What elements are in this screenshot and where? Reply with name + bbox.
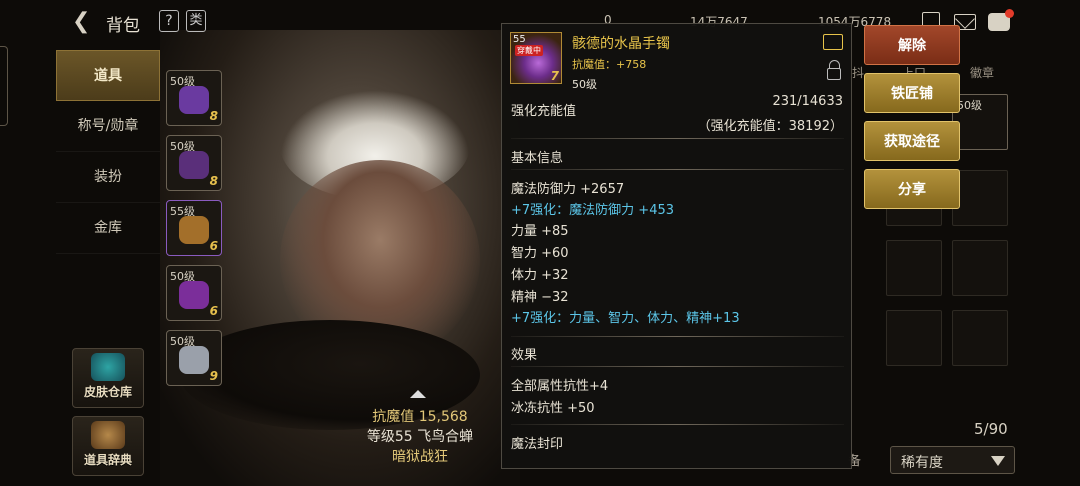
character-job: 暗狱战狂	[392, 449, 448, 465]
enhance-value: 231/14633	[772, 94, 843, 109]
equip-slot[interactable]: 50级 8	[166, 135, 222, 191]
inventory-cell[interactable]	[952, 170, 1008, 226]
notification-dot	[1005, 9, 1014, 18]
settings-key-icon[interactable]: 类	[186, 10, 206, 32]
divider	[511, 169, 844, 170]
item-dictionary-button[interactable]: 道具辞典	[72, 416, 144, 476]
divider	[511, 424, 844, 425]
stat-line: 力量 +85	[511, 224, 569, 239]
item-magic-resist: 抗魔值：+758	[572, 58, 647, 71]
nav-item-items[interactable]: 道具	[56, 50, 160, 101]
inventory-cell[interactable]: 50级	[952, 94, 1008, 150]
equip-slot[interactable]: 50级 8	[166, 70, 222, 126]
nav-item-titles-medals[interactable]: 称号/勋章	[56, 101, 160, 152]
chevron-down-icon	[991, 456, 1005, 466]
item-level: 50级	[572, 78, 597, 91]
equipment-item-icon	[179, 86, 209, 114]
item-icon: 55 穿戴中 7	[510, 32, 562, 84]
divider	[511, 138, 844, 139]
character-magic-resist: 抗魔值 15,568	[372, 409, 468, 425]
stat-line: +7强化：魔法防御力 +453	[511, 203, 675, 218]
page-title: 背包	[106, 16, 140, 36]
share-button[interactable]: 分享	[864, 169, 960, 209]
character-level-title: 等级55 飞鸟合蝉	[366, 429, 474, 445]
stat-line: 体力 +32	[511, 268, 569, 283]
item-tooltip: 55 穿戴中 7 骸德的水晶手镯 抗魔值：+758 50级 强化充能值 231/…	[501, 23, 852, 469]
basic-info-title: 基本信息	[511, 151, 564, 166]
tab-badge[interactable]: 徽章	[970, 64, 994, 81]
inventory-cell[interactable]	[952, 310, 1008, 366]
equip-slot[interactable]: 50级 9	[166, 330, 222, 386]
item-name: 骸德的水晶手镯	[572, 36, 670, 52]
skin-storage-icon	[91, 353, 125, 381]
equipment-item-icon	[179, 346, 209, 374]
stat-line: 魔法防御力 +2657	[511, 182, 625, 197]
side-drawer-handle[interactable]	[0, 46, 8, 126]
chat-icon[interactable]	[988, 9, 1014, 31]
item-dictionary-icon	[91, 421, 125, 449]
nav-item-avatar[interactable]: 装扮	[56, 152, 160, 203]
inventory-cell[interactable]	[886, 310, 942, 366]
equipment-item-icon	[179, 216, 209, 244]
sort-dropdown[interactable]: 稀有度	[890, 446, 1015, 474]
equip-slot[interactable]: 55级 6	[166, 200, 222, 256]
nav-item-vault[interactable]: 金库	[56, 203, 160, 254]
share-link-icon[interactable]	[823, 34, 843, 50]
equipped-tag: 穿戴中	[515, 45, 543, 56]
back-arrow-icon[interactable]: ❮	[72, 10, 96, 34]
divider	[511, 366, 844, 367]
equip-slot[interactable]: 50级 6	[166, 265, 222, 321]
expand-up-arrow-icon[interactable]	[410, 390, 426, 398]
lock-icon[interactable]	[827, 60, 841, 80]
stat-line: +7强化：力量、智力、体力、精神+13	[511, 311, 740, 326]
effect-line: 冰冻抗性 +50	[511, 401, 595, 416]
enhance-label: 强化充能值	[511, 104, 577, 119]
blacksmith-button[interactable]: 铁匠铺	[864, 73, 960, 113]
unequip-button[interactable]: 解除	[864, 25, 960, 65]
inventory-cell[interactable]	[952, 240, 1008, 296]
magic-seal-title: 魔法封印	[511, 437, 564, 452]
inventory-cell[interactable]	[886, 240, 942, 296]
effect-line: 全部属性抗性+4	[511, 379, 609, 394]
stat-line: 智力 +60	[511, 246, 569, 261]
inventory-count: 5/90	[974, 420, 1008, 438]
tab-weapon[interactable]: 抖	[852, 64, 864, 81]
inventory-nav: 道具 称号/勋章 装扮 金库	[56, 50, 160, 254]
enhance-total: （强化充能值：38192）	[697, 119, 843, 134]
skin-storage-button[interactable]: 皮肤仓库	[72, 348, 144, 408]
acquire-route-button[interactable]: 获取途径	[864, 121, 960, 161]
equipment-item-icon	[179, 151, 209, 179]
equipment-item-icon	[179, 281, 209, 309]
stat-line: 精神 −32	[511, 290, 569, 305]
help-icon[interactable]: ?	[159, 10, 179, 32]
effect-title: 效果	[511, 348, 538, 363]
divider	[511, 336, 844, 337]
